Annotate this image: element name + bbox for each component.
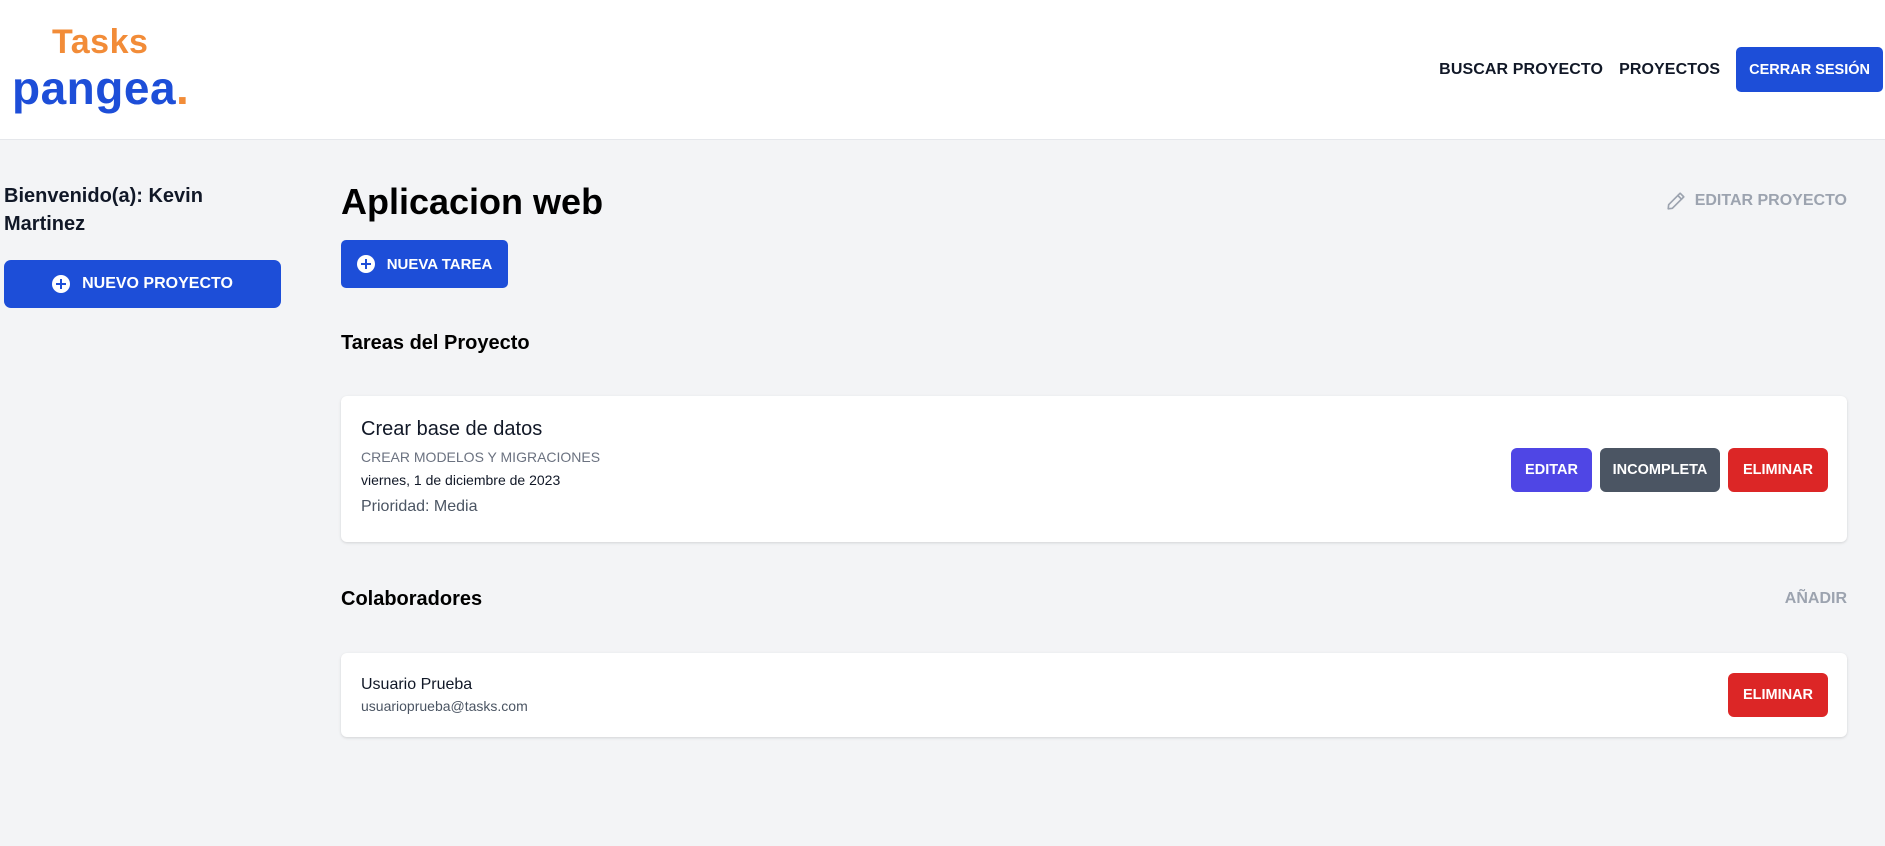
new-project-button[interactable]: NUEVO PROYECTO xyxy=(4,260,281,308)
task-priority: Prioridad: Media xyxy=(361,498,478,515)
task-date: viernes, 1 de diciembre de 2023 xyxy=(361,472,561,488)
new-task-label: NUEVA TAREA xyxy=(386,255,493,273)
collaborator-info: Usuario Prueba usuarioprueba@tasks.com xyxy=(361,675,528,715)
add-collaborator-link[interactable]: AÑADIR xyxy=(1785,590,1847,608)
plus-circle-icon xyxy=(356,255,375,273)
edit-project-label: EDITAR PROYECTO xyxy=(1694,192,1847,209)
project-title: Aplicacion web xyxy=(341,181,604,222)
nav-search-project-link[interactable]: BUSCAR PROYECTO xyxy=(1439,61,1603,79)
main-nav: BUSCAR PROYECTO PROYECTOS CERRAR SESIÓN xyxy=(1439,47,1883,92)
tasks-section-title: Tareas del Proyecto xyxy=(341,332,530,354)
new-project-label: NUEVO PROYECTO xyxy=(82,275,233,292)
logo-word: pangea xyxy=(12,62,177,114)
task-card: Crear base de datos CREAR MODELOS Y MIGR… xyxy=(341,396,1847,542)
task-info: Crear base de datos CREAR MODELOS Y MIGR… xyxy=(361,416,600,517)
collaborator-card: Usuario Prueba usuarioprueba@tasks.com E… xyxy=(341,653,1847,737)
collaborator-email: usuarioprueba@tasks.com xyxy=(361,698,528,714)
task-actions: EDITAR INCOMPLETA ELIMINAR xyxy=(1511,448,1828,492)
plus-circle-icon xyxy=(52,275,71,293)
sidebar: Bienvenido(a): Kevin Martinez NUEVO PROY… xyxy=(4,182,282,308)
task-name: Crear base de datos xyxy=(361,418,543,440)
nav-projects-link[interactable]: PROYECTOS xyxy=(1619,61,1720,79)
new-task-button[interactable]: NUEVA TAREA xyxy=(341,240,508,288)
logo-bottom-text: pangea. xyxy=(12,62,189,114)
logo-top-text: Tasks xyxy=(52,23,149,61)
welcome-text: Bienvenido(a): Kevin Martinez xyxy=(4,185,203,235)
delete-collaborator-button[interactable]: ELIMINAR xyxy=(1728,673,1828,717)
edit-project-link[interactable]: EDITAR PROYECTO xyxy=(1665,190,1847,212)
logout-button[interactable]: CERRAR SESIÓN xyxy=(1736,47,1883,92)
delete-task-button[interactable]: ELIMINAR xyxy=(1728,448,1828,492)
task-description: CREAR MODELOS Y MIGRACIONES xyxy=(361,449,601,465)
collaborators-section-title: Colaboradores xyxy=(341,588,483,610)
collaborator-name: Usuario Prueba xyxy=(361,676,473,693)
top-header: Tasks pangea. BUSCAR PROYECTO PROYECTOS … xyxy=(0,0,1885,140)
brand-logo[interactable]: Tasks pangea. xyxy=(12,22,212,118)
logo-dot: . xyxy=(176,62,190,114)
pencil-icon xyxy=(1667,192,1685,210)
edit-task-button[interactable]: EDITAR xyxy=(1511,448,1592,492)
task-status-button[interactable]: INCOMPLETA xyxy=(1600,448,1720,492)
